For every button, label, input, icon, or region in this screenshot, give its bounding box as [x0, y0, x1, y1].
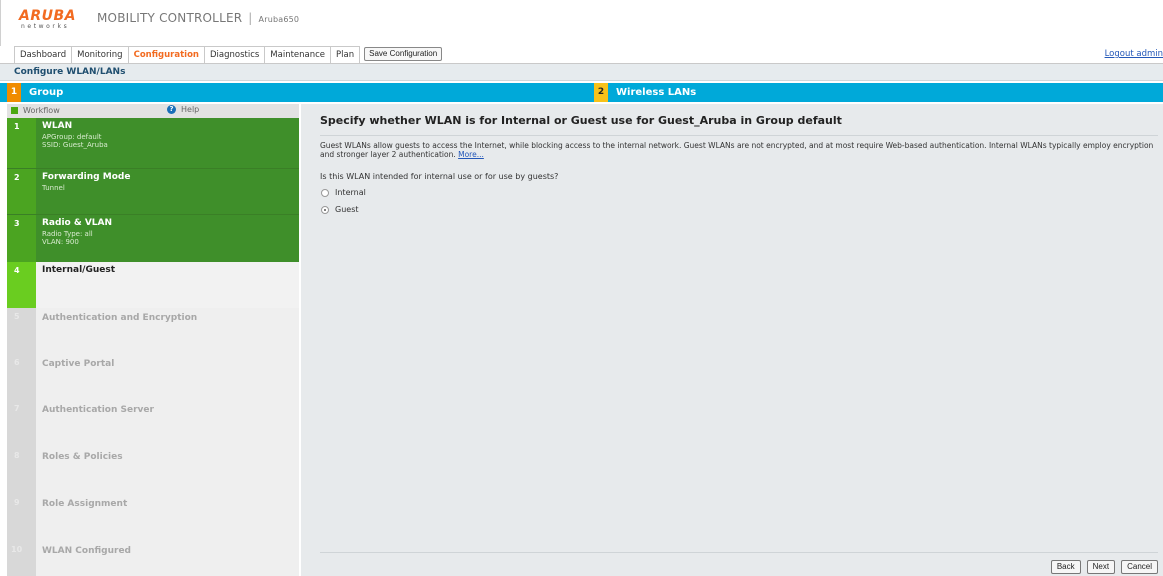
step-description: Guest WLANs allow guests to access the I…	[320, 141, 1155, 159]
radio-internal[interactable]: Internal	[321, 188, 366, 197]
workflow-item-detail: VLAN: 900	[42, 238, 79, 246]
product-title: MOBILITY CONTROLLER | Aruba650	[97, 11, 299, 25]
logo-wordmark: ARUBA	[19, 8, 76, 24]
workflow-item-number: 6	[7, 354, 36, 400]
workflow-item-number: 8	[7, 447, 36, 494]
workflow-item-title: Authentication and Encryption	[42, 313, 198, 323]
step-number: 2	[594, 83, 608, 102]
back-button[interactable]: Back	[1050, 560, 1081, 574]
more-link[interactable]: More...	[458, 150, 484, 159]
workflow-item-number: 7	[7, 400, 36, 447]
workflow-item-detail: APGroup: default	[42, 133, 102, 141]
nav-monitoring[interactable]: Monitoring	[72, 46, 129, 64]
workflow-item-detail: Radio Type: all	[42, 230, 93, 238]
workflow-item-title: Radio & VLAN	[42, 218, 113, 228]
wlan-use-question: Is this WLAN intended for internal use o…	[320, 172, 559, 181]
footer-divider	[320, 552, 1158, 553]
step-group[interactable]: 1 Group	[7, 83, 63, 102]
workflow-square-icon	[11, 107, 18, 114]
workflow-item-radio-vlan[interactable]: 3 Radio & VLAN Radio Type: all VLAN: 900	[7, 214, 299, 262]
page-title-bar: Configure WLAN/LANs	[0, 64, 1163, 81]
workflow-item-role-assignment: 9 Role Assignment	[7, 494, 299, 541]
step-wireless-lans[interactable]: 2 Wireless LANs	[594, 83, 696, 102]
next-button[interactable]: Next	[1086, 560, 1116, 574]
workflow-label: Workflow	[23, 106, 60, 115]
help-icon: ?	[167, 105, 176, 114]
radio-internal-label: Internal	[335, 188, 366, 197]
nav-dashboard[interactable]: Dashboard	[14, 46, 73, 64]
workflow-item-detail: SSID: Guest_Aruba	[42, 141, 108, 149]
workflow-item-title: WLAN	[42, 121, 73, 131]
product-name: MOBILITY CONTROLLER	[97, 11, 243, 25]
radio-internal-button[interactable]	[321, 188, 329, 197]
logo-subtext: networks	[21, 23, 70, 30]
aruba-logo: ARUBA networks	[19, 8, 89, 32]
nav-maintenance[interactable]: Maintenance	[265, 46, 332, 64]
workflow-sidebar: Workflow ? Help 1 WLAN APGroup: default …	[7, 104, 299, 576]
workflow-item-wlan-configured: 10 WLAN Configured	[7, 541, 299, 576]
radio-guest[interactable]: Guest	[321, 205, 359, 214]
main-panel: Specify whether WLAN is for Internal or …	[301, 104, 1163, 576]
nav-plan[interactable]: Plan	[331, 46, 361, 64]
workflow-item-title: Authentication Server	[42, 405, 154, 415]
workflow-item-roles-policies: 8 Roles & Policies	[7, 447, 299, 494]
cancel-button[interactable]: Cancel	[1121, 560, 1158, 574]
workflow-item-number: 9	[7, 494, 36, 541]
nav-configuration[interactable]: Configuration	[128, 46, 205, 64]
workflow-item-detail: Tunnel	[42, 184, 65, 192]
heading-divider	[320, 135, 1158, 136]
main-nav: Dashboard Monitoring Configuration Diagn…	[14, 46, 443, 64]
workflow-item-number: 1	[7, 118, 36, 168]
app-header: ARUBA networks MOBILITY CONTROLLER | Aruba…	[0, 0, 1163, 46]
workflow-item-title: Roles & Policies	[42, 452, 123, 462]
save-configuration-button[interactable]: Save Configuration	[364, 47, 443, 61]
page-title: Configure WLAN/LANs	[14, 67, 126, 77]
wizard-buttons: Back Next Cancel	[1050, 560, 1158, 574]
radio-guest-label: Guest	[335, 205, 359, 214]
workflow-item-authentication-server: 7 Authentication Server	[7, 400, 299, 447]
radio-guest-button[interactable]	[321, 205, 329, 214]
logout-link[interactable]: Logout admin	[1105, 49, 1163, 59]
workflow-item-number: 2	[7, 169, 36, 214]
step-heading: Specify whether WLAN is for Internal or …	[320, 114, 842, 127]
workflow-item-number: 5	[7, 308, 36, 354]
workflow-item-number: 3	[7, 215, 36, 262]
workflow-item-title: Captive Portal	[42, 359, 115, 369]
workflow-item-wlan[interactable]: 1 WLAN APGroup: default SSID: Guest_Arub…	[7, 118, 299, 168]
step-label: Group	[29, 87, 64, 98]
help-label: Help	[181, 105, 200, 114]
controller-model: Aruba650	[258, 15, 300, 24]
wizard-steps-bar: 1 Group 2 Wireless LANs	[0, 83, 1163, 102]
step-label: Wireless LANs	[616, 87, 697, 98]
workflow-item-internal-guest[interactable]: 4 Internal/Guest	[7, 262, 299, 308]
workflow-item-captive-portal: 6 Captive Portal	[7, 354, 299, 400]
workflow-item-title: Forwarding Mode	[42, 172, 131, 182]
description-text: Guest WLANs allow guests to access the I…	[320, 141, 1154, 159]
workflow-item-authentication-encryption: 5 Authentication and Encryption	[7, 308, 299, 354]
nav-diagnostics[interactable]: Diagnostics	[204, 46, 266, 64]
workflow-item-title: Internal/Guest	[42, 265, 116, 275]
workflow-item-number: 10	[7, 541, 36, 576]
sidebar-header: Workflow ? Help	[7, 104, 299, 118]
product-separator: |	[248, 11, 253, 25]
workflow-item-title: WLAN Configured	[42, 546, 131, 556]
step-number: 1	[7, 83, 21, 102]
workflow-item-forwarding-mode[interactable]: 2 Forwarding Mode Tunnel	[7, 168, 299, 214]
workflow-item-number: 4	[7, 262, 36, 308]
workflow-item-title: Role Assignment	[42, 499, 128, 509]
help-link[interactable]: ? Help	[167, 105, 199, 114]
